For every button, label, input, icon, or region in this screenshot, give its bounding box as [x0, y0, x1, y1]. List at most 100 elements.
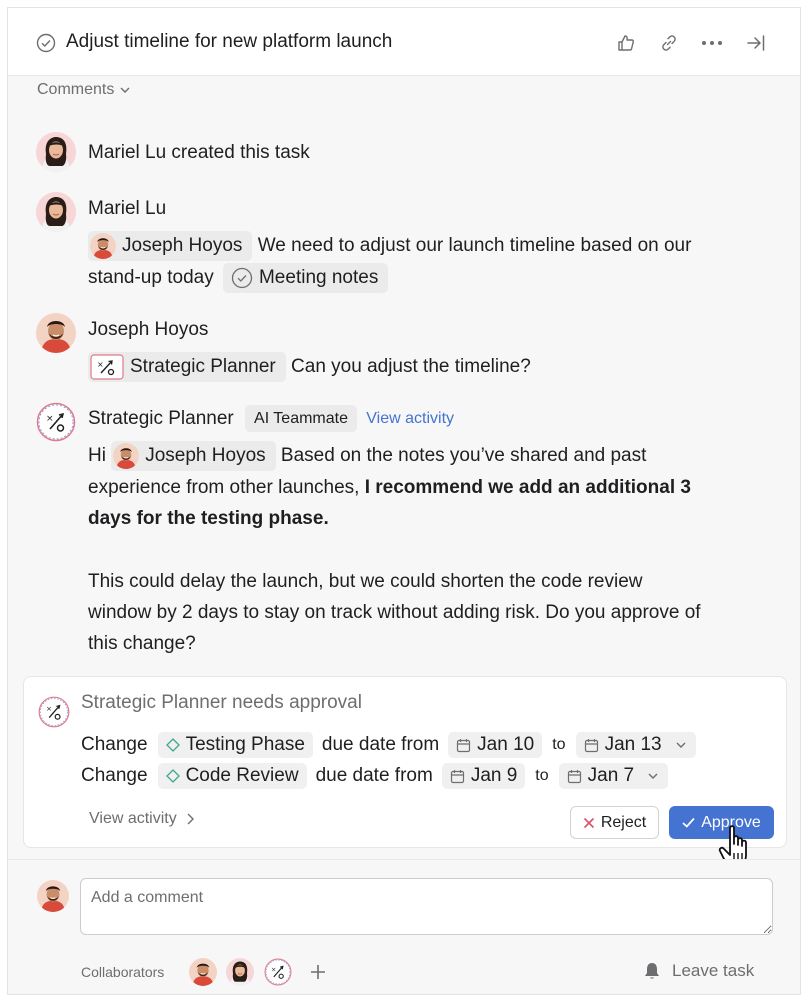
complete-check-icon[interactable] — [36, 33, 56, 53]
check-icon — [682, 817, 695, 828]
thumbs-up-icon[interactable] — [615, 32, 637, 54]
calendar-icon — [457, 738, 471, 752]
diamond-icon — [165, 769, 180, 783]
comment-text: This could delay the launch, but we coul… — [88, 571, 643, 592]
diamond-icon — [165, 738, 180, 752]
comment-bold-text: I recommend we add an additional 3 — [364, 477, 691, 498]
date-chip-from[interactable]: Jan 10 — [448, 732, 543, 758]
date-label: Jan 7 — [587, 765, 635, 786]
approval-change-row: Change Code Review due date from Jan 9 t… — [81, 763, 669, 789]
approval-card: Strategic Planner needs approval Change … — [23, 676, 787, 848]
to-word: to — [535, 767, 549, 784]
ai-teammate-badge: AI Teammate — [245, 405, 357, 433]
comment-body-line: experience from other launches, I recomm… — [88, 472, 691, 503]
avatar — [113, 443, 139, 469]
comment-body-line: stand-up today Meeting notes — [88, 262, 389, 293]
chevron-down-icon — [676, 742, 686, 748]
task-chip-label: Code Review — [185, 765, 299, 786]
reject-label: Reject — [600, 813, 647, 831]
avatar-current-user — [37, 880, 69, 912]
reject-button[interactable]: Reject — [570, 806, 659, 839]
comment-text: Based on the notes you’ve shared and pas… — [280, 445, 647, 466]
avatar-joseph-hoyos[interactable] — [36, 313, 76, 353]
mention-label: Strategic Planner — [130, 356, 276, 378]
attachment-label: Meeting notes — [258, 267, 379, 289]
date-label: Jan 10 — [477, 734, 535, 755]
task-title[interactable]: Adjust timeline for new platform launch — [66, 31, 392, 53]
close-panel-icon[interactable] — [745, 32, 767, 54]
mention-label: Joseph Hoyos — [122, 235, 243, 257]
date-chip-to[interactable]: Jan 7 — [558, 763, 669, 789]
mention-joseph-hoyos[interactable]: Joseph Hoyos — [88, 230, 253, 261]
mention-joseph-hoyos[interactable]: Joseph Hoyos — [111, 440, 276, 471]
date-chip-from[interactable]: Jan 9 — [441, 763, 526, 789]
change-verb: Change — [81, 765, 148, 786]
comment-bold-text: days for the testing phase. — [88, 508, 329, 529]
comment-text: Hi — [88, 445, 106, 466]
date-label: Jan 9 — [470, 765, 518, 786]
bell-icon — [645, 963, 659, 979]
close-icon — [583, 817, 594, 828]
chevron-right-icon — [187, 813, 194, 825]
chevron-down-icon — [120, 87, 130, 93]
collaborator-avatar-joseph-hoyos[interactable] — [189, 958, 217, 986]
change-mid-text: due date from — [321, 734, 440, 755]
mention-strategic-planner[interactable]: × Strategic Planner — [88, 351, 286, 382]
change-verb: Change — [81, 734, 148, 755]
avatar-strategic-planner[interactable] — [36, 402, 76, 442]
add-collaborator-plus-icon[interactable] — [310, 964, 326, 980]
collaborators-label: Collaborators — [81, 964, 165, 980]
more-icon[interactable] — [701, 32, 723, 54]
comment-body-line: Joseph Hoyos We need to adjust our launc… — [88, 230, 691, 261]
comments-toggle-label: Comments — [37, 81, 115, 98]
approval-view-activity[interactable]: View activity — [89, 810, 194, 828]
planner-icon: × — [90, 354, 124, 380]
approval-status: needs approval — [232, 692, 362, 713]
collaborator-avatar-mariel-lu[interactable] — [226, 958, 254, 986]
svg-text:×: × — [97, 360, 104, 369]
task-chip-code-review[interactable]: Code Review — [157, 763, 307, 789]
link-icon[interactable] — [658, 32, 680, 54]
leave-task-button[interactable]: Leave task — [642, 961, 754, 981]
date-label: Jan 13 — [604, 734, 662, 755]
comment-text: stand-up today — [88, 267, 214, 288]
collaborator-avatar-strategic-planner[interactable] — [264, 958, 292, 986]
leave-task-label: Leave task — [672, 961, 755, 980]
task-panel: Adjust timeline for new platform launch … — [7, 7, 801, 995]
view-activity-link[interactable]: View activity — [366, 410, 454, 427]
approval-change-row: Change Testing Phase due date from Jan 1… — [81, 732, 696, 758]
comment-body-line: Hi Joseph Hoyos Based on the notes you’v… — [88, 440, 646, 471]
comment-author[interactable]: Mariel Lu — [88, 193, 166, 224]
approval-agent: Strategic Planner — [81, 692, 227, 713]
chevron-down-icon — [648, 773, 658, 779]
approval-title: Strategic Planner needs approval — [81, 692, 362, 714]
comment-author[interactable]: Strategic Planner — [88, 408, 234, 429]
date-chip-to[interactable]: Jan 13 — [575, 732, 696, 758]
comment-text: window by 2 days to stay on track withou… — [88, 602, 701, 623]
avatar-strategic-planner — [38, 696, 70, 728]
calendar-icon — [584, 738, 598, 752]
task-header: Adjust timeline for new platform launch — [8, 8, 800, 76]
calendar-icon — [450, 769, 464, 783]
calendar-icon — [567, 769, 581, 783]
to-word: to — [552, 736, 566, 753]
comments-toggle[interactable]: Comments — [37, 81, 130, 99]
comment-author[interactable]: Joseph Hoyos — [88, 314, 208, 345]
avatar — [90, 233, 116, 259]
task-chip-label: Testing Phase — [185, 734, 305, 755]
task-chip-testing-phase[interactable]: Testing Phase — [157, 732, 313, 758]
mention-label: Joseph Hoyos — [145, 445, 266, 467]
attachment-meeting-notes[interactable]: Meeting notes — [222, 262, 389, 293]
avatar-mariel-lu[interactable] — [36, 192, 76, 232]
comment-header: Strategic Planner AI Teammate View activ… — [88, 403, 454, 434]
comment-body-line: days for the testing phase. — [88, 503, 329, 534]
view-activity-label: View activity — [89, 810, 177, 827]
comment-composer: Collaborators Leave task — [8, 859, 800, 994]
comment-text: We need to adjust our launch timeline ba… — [257, 235, 692, 256]
check-circle-icon — [231, 267, 253, 289]
comment-text: Can you adjust the timeline? — [291, 356, 531, 377]
comment-input[interactable] — [80, 878, 773, 935]
avatar-mariel-lu[interactable] — [36, 132, 76, 172]
comment-body-line: × Strategic Planner Can you adjust the t… — [88, 351, 531, 382]
comment-text: this change? — [88, 633, 196, 654]
